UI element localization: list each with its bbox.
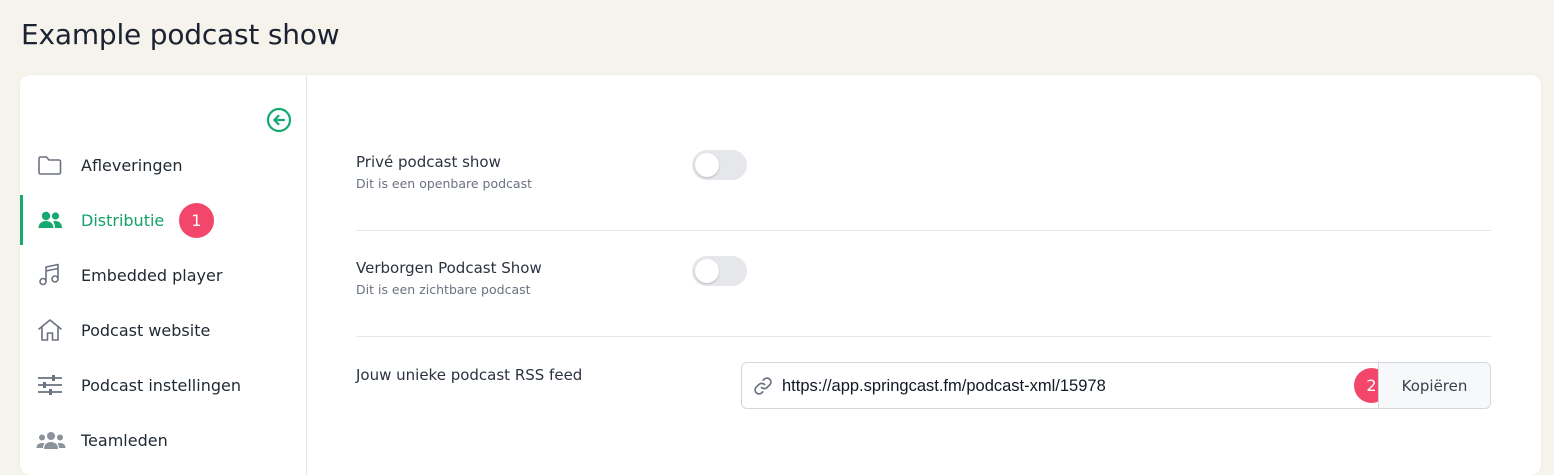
divider bbox=[356, 336, 1491, 337]
sidebar-item-label: Podcast website bbox=[81, 320, 211, 340]
sidebar-item-label: Embedded player bbox=[81, 265, 223, 285]
sidebar: Afleveringen Distributie 1 Embedded play… bbox=[20, 75, 307, 475]
sidebar-item-label: Afleveringen bbox=[81, 155, 183, 175]
setting-private-podcast: Privé podcast show Dit is een openbare p… bbox=[356, 153, 1490, 191]
music-note-icon bbox=[36, 262, 64, 288]
settings-panel: Privé podcast show Dit is een openbare p… bbox=[307, 75, 1541, 475]
private-podcast-toggle[interactable] bbox=[692, 150, 747, 180]
setting-hidden-podcast: Verborgen Podcast Show Dit is een zichtb… bbox=[356, 259, 1490, 297]
divider bbox=[356, 230, 1491, 231]
sidebar-item-distributie[interactable]: Distributie 1 bbox=[20, 195, 306, 245]
collapse-sidebar-button[interactable] bbox=[266, 107, 292, 133]
sidebar-item-label: Teamleden bbox=[81, 430, 168, 450]
team-icon bbox=[36, 427, 66, 453]
sidebar-item-podcast-instellingen[interactable]: Podcast instellingen bbox=[20, 360, 306, 410]
link-icon bbox=[752, 375, 774, 397]
rss-feed-field: 2 Kopiëren bbox=[741, 362, 1491, 409]
sidebar-item-embedded-player[interactable]: Embedded player bbox=[20, 250, 306, 300]
rss-url-input[interactable] bbox=[782, 373, 1342, 399]
users-icon bbox=[36, 207, 64, 233]
sidebar-item-podcast-website[interactable]: Podcast website bbox=[20, 305, 306, 355]
setting-description: Dit is een openbare podcast bbox=[356, 176, 532, 191]
sidebar-item-label: Distributie bbox=[81, 210, 165, 230]
notification-badge: 1 bbox=[179, 203, 214, 238]
folder-icon bbox=[36, 152, 64, 178]
content-card: Afleveringen Distributie 1 Embedded play… bbox=[20, 75, 1541, 475]
hidden-podcast-toggle[interactable] bbox=[692, 256, 747, 286]
toggle-knob bbox=[695, 153, 719, 177]
page-title: Example podcast show bbox=[21, 18, 340, 51]
toggle-knob bbox=[695, 259, 719, 283]
arrow-left-circle-icon bbox=[266, 107, 292, 133]
sidebar-item-label: Podcast instellingen bbox=[81, 375, 241, 395]
setting-title: Privé podcast show bbox=[356, 153, 501, 171]
sliders-icon bbox=[36, 372, 64, 398]
setting-description: Dit is een zichtbare podcast bbox=[356, 282, 531, 297]
home-icon bbox=[36, 317, 64, 343]
copy-button[interactable]: Kopiëren bbox=[1378, 363, 1490, 408]
sidebar-item-afleveringen[interactable]: Afleveringen bbox=[20, 140, 306, 190]
setting-title: Verborgen Podcast Show bbox=[356, 259, 542, 277]
sidebar-item-teamleden[interactable]: Teamleden bbox=[20, 415, 306, 465]
